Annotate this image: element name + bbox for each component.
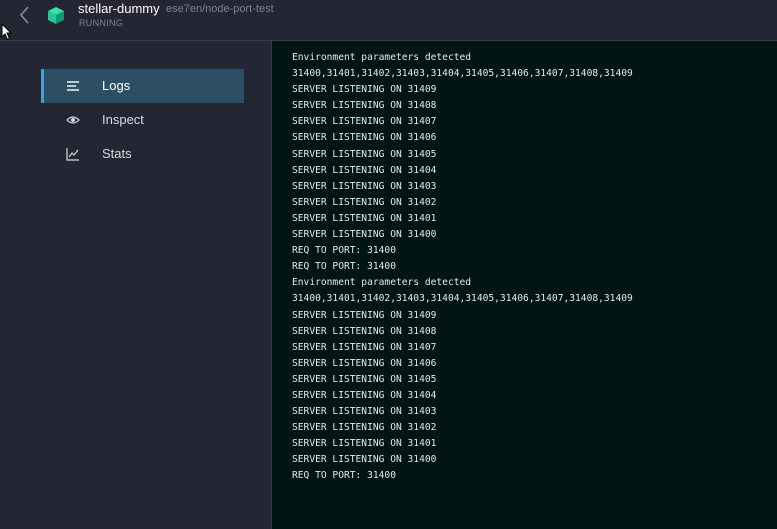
log-line: 31400,31401,31402,31403,31404,31405,3140… — [292, 68, 633, 80]
log-line: SERVER LISTENING ON 31408 — [292, 325, 437, 337]
log-line: 31400,31401,31402,31403,31404,31405,3140… — [292, 293, 633, 305]
log-line: SERVER LISTENING ON 31403 — [292, 406, 437, 418]
sidebar: Logs Inspect Stats — [0, 41, 271, 529]
container-name: stellar-dummy — [78, 1, 160, 16]
log-line: SERVER LISTENING ON 31403 — [292, 180, 437, 192]
sidebar-item-logs[interactable]: Logs — [41, 69, 244, 103]
container-header: stellar-dummy ese7en/node-port-test RUNN… — [0, 0, 777, 41]
log-line: SERVER LISTENING ON 31402 — [292, 196, 437, 208]
status-badge: RUNNING — [79, 18, 124, 28]
lines-icon — [67, 81, 79, 91]
log-line: SERVER LISTENING ON 31407 — [292, 116, 437, 128]
image-name: ese7en/node-port-test — [166, 3, 274, 15]
chevron-left-icon — [19, 6, 29, 24]
log-line: SERVER LISTENING ON 31404 — [292, 389, 437, 401]
sidebar-item-label: Stats — [102, 146, 132, 161]
log-line: SERVER LISTENING ON 31405 — [292, 148, 437, 160]
log-line: Environment parameters detected — [292, 277, 472, 289]
log-line: REQ TO PORT: 31400 — [292, 261, 396, 273]
log-line: SERVER LISTENING ON 31407 — [292, 341, 437, 353]
cube-icon — [46, 5, 66, 25]
sidebar-item-inspect[interactable]: Inspect — [41, 103, 244, 137]
log-line: SERVER LISTENING ON 31405 — [292, 373, 437, 385]
eye-icon — [66, 116, 80, 124]
log-line: Environment parameters detected — [292, 52, 472, 63]
mouse-cursor-icon — [1, 23, 13, 41]
log-line: SERVER LISTENING ON 31404 — [292, 164, 437, 176]
log-line: SERVER LISTENING ON 31401 — [292, 438, 437, 450]
log-line: REQ TO PORT: 31400 — [292, 470, 396, 482]
log-line: SERVER LISTENING ON 31400 — [292, 229, 437, 241]
log-line: REQ TO PORT: 31400 — [292, 245, 396, 257]
chart-icon — [66, 148, 79, 161]
log-lines: Environment parameters detected 31400,314… — [292, 50, 633, 485]
log-line: SERVER LISTENING ON 31401 — [292, 212, 437, 224]
sidebar-item-label: Inspect — [102, 112, 144, 127]
log-line: SERVER LISTENING ON 31409 — [292, 309, 437, 321]
log-line: SERVER LISTENING ON 31402 — [292, 422, 437, 434]
sidebar-item-stats[interactable]: Stats — [41, 137, 244, 171]
sidebar-item-label: Logs — [102, 78, 131, 93]
log-line: SERVER LISTENING ON 31400 — [292, 454, 437, 466]
log-line: SERVER LISTENING ON 31406 — [292, 357, 437, 369]
log-line: SERVER LISTENING ON 31406 — [292, 132, 437, 144]
log-output[interactable]: Environment parameters detected 31400,314… — [271, 41, 777, 529]
log-line: SERVER LISTENING ON 31409 — [292, 84, 437, 96]
log-line: SERVER LISTENING ON 31408 — [292, 100, 437, 112]
back-button[interactable] — [17, 4, 33, 26]
